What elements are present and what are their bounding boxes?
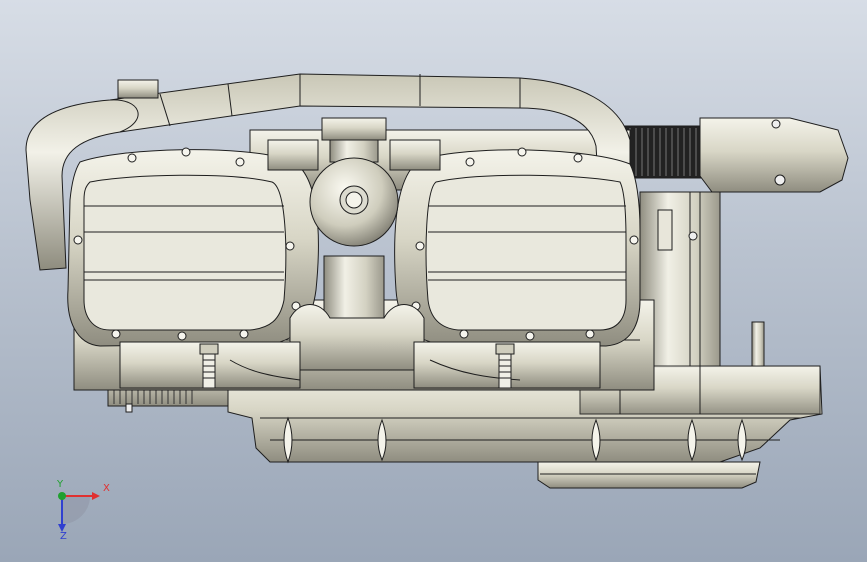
graphics-viewport[interactable]: X Y Z: [0, 0, 867, 562]
y-axis-label: Y: [57, 479, 64, 490]
right-spark-plug[interactable]: [495, 343, 515, 389]
z-axis-label: Z: [60, 531, 67, 542]
right-valve-cover[interactable]: [394, 147, 641, 347]
y-axis-dot: [58, 492, 66, 500]
axis-triad: X Y Z: [40, 478, 120, 548]
left-spark-plug[interactable]: [199, 343, 219, 389]
x-axis-label: X: [103, 483, 110, 494]
left-valve-cover[interactable]: [67, 147, 319, 347]
engine-model-view[interactable]: [0, 0, 867, 562]
